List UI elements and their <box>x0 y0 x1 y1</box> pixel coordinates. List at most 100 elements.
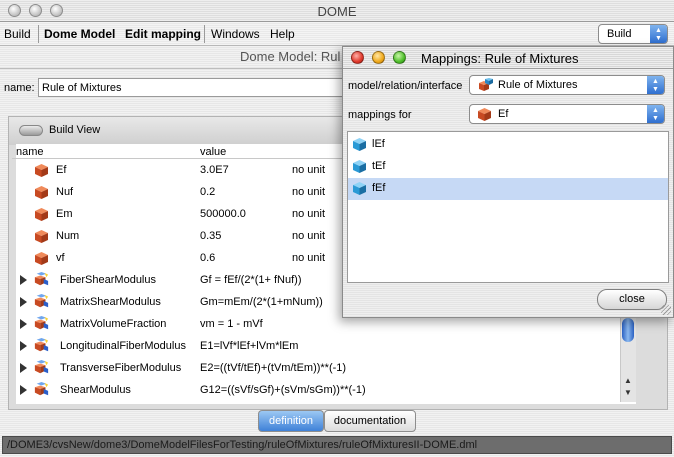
column-header-name[interactable]: name <box>16 146 44 158</box>
row-name: MatrixVolumeFraction <box>60 318 167 330</box>
row-name: LongitudinalFiberModulus <box>60 340 186 352</box>
relation-row[interactable]: TransverseFiberModulus E2=((tVf/tEf)+(tVm… <box>0 358 620 380</box>
scroll-up-icon[interactable]: ▲ <box>624 376 632 385</box>
updown-arrows-icon: ▲ ▼ <box>647 105 664 123</box>
menu-windows[interactable]: Windows <box>211 27 260 41</box>
interface-label: model/relation/interface <box>348 80 463 92</box>
dialog-minimize-icon[interactable] <box>372 51 385 64</box>
mappings-for-value: Ef <box>498 108 509 120</box>
mappings-for-label: mappings for <box>348 109 412 121</box>
row-value: vm = 1 - mVf <box>200 318 263 330</box>
mapped-parameters-list: lEf tEf fEf <box>347 131 669 283</box>
mode-select[interactable]: Build ▲ ▼ <box>598 24 668 44</box>
disclosure-triangle-icon[interactable] <box>20 319 27 329</box>
model-name-input[interactable]: Rule of Mixtures <box>38 78 358 97</box>
menu-separator <box>38 25 39 43</box>
disclosure-triangle-icon[interactable] <box>20 275 27 285</box>
row-name: vf <box>56 252 65 264</box>
row-name: Nuf <box>56 186 74 198</box>
row-name: ShearModulus <box>60 384 131 396</box>
name-label: name: <box>4 82 35 94</box>
parameter-icon <box>34 185 49 200</box>
dialog-zoom-icon[interactable] <box>393 51 406 64</box>
row-name: Ef <box>56 164 67 176</box>
scroll-down-icon[interactable]: ▼ <box>624 388 632 397</box>
relation-icon <box>34 360 51 377</box>
view-label: Build View <box>49 124 101 136</box>
parameter-icon <box>34 251 49 266</box>
relation-row[interactable]: LongitudinalFiberModulus E1=lVf*lEf+lVm*l… <box>0 336 620 358</box>
main-titlebar: DOME <box>0 0 674 22</box>
relation-icon <box>34 382 51 399</box>
menu-help[interactable]: Help <box>270 27 295 41</box>
relation-row[interactable]: ShearModulus G12=((sVf/sGf)+(sVm/sGm))**(… <box>0 380 620 402</box>
disclosure-triangle-icon[interactable] <box>20 341 27 351</box>
mapped-parameter-item[interactable]: tEf <box>348 156 668 178</box>
mapped-parameter-icon <box>352 159 367 177</box>
row-value: E2=((tVf/tEf)+(tVm/tEm))**(-1) <box>200 362 347 374</box>
menubar: Build Dome Model Edit mapping Windows He… <box>0 22 674 46</box>
parameter-icon <box>34 207 49 222</box>
parameter-cube-icon <box>478 108 491 121</box>
row-value[interactable]: 500000.0 <box>200 208 246 220</box>
menu-dome-model[interactable]: Dome Model <box>44 27 115 41</box>
row-value[interactable]: 0.35 <box>200 230 221 242</box>
window-title: DOME <box>317 4 357 19</box>
row-value: E1=lVf*lEf+lVm*lEm <box>200 340 299 352</box>
row-value[interactable]: 3.0E7 <box>200 164 229 176</box>
disclosure-triangle-icon[interactable] <box>20 297 27 307</box>
tab-documentation[interactable]: documentation <box>324 410 416 432</box>
mapped-parameter-label: tEf <box>372 160 386 172</box>
scrollbar-thumb[interactable] <box>622 318 634 342</box>
mapped-parameter-icon <box>352 137 367 155</box>
row-unit[interactable]: no unit <box>292 252 325 264</box>
disclosure-triangle-icon[interactable] <box>20 363 27 373</box>
row-name: MatrixShearModulus <box>60 296 161 308</box>
mapped-parameter-icon <box>352 181 367 199</box>
row-name: FiberShearModulus <box>60 274 156 286</box>
mapped-parameter-label: lEf <box>372 138 385 150</box>
mapped-parameter-item[interactable]: lEf <box>348 134 668 156</box>
relation-icon <box>34 294 51 311</box>
row-unit[interactable]: no unit <box>292 208 325 220</box>
relation-icon <box>34 338 51 355</box>
mappings-dialog: Mappings: Rule of Mixtures model/relatio… <box>342 46 674 318</box>
interface-select[interactable]: Rule of Mixtures ▲ ▼ <box>469 75 665 95</box>
mapped-parameter-label: fEf <box>372 182 386 194</box>
row-unit[interactable]: no unit <box>292 230 325 242</box>
disclosure-triangle-icon[interactable] <box>20 385 27 395</box>
row-value[interactable]: 0.2 <box>200 186 215 198</box>
view-toggle-icon[interactable] <box>19 125 43 136</box>
row-unit[interactable]: no unit <box>292 186 325 198</box>
mapped-parameter-item[interactable]: fEf <box>348 178 668 200</box>
relation-icon <box>34 272 51 289</box>
updown-arrows-icon: ▲ ▼ <box>650 25 667 43</box>
dialog-close-icon[interactable] <box>351 51 364 64</box>
row-value[interactable]: 0.6 <box>200 252 215 264</box>
row-value: Gm=mEm/(2*(1+mNum)) <box>200 296 323 308</box>
dialog-title: Mappings: Rule of Mixtures <box>421 51 579 66</box>
column-header-value[interactable]: value <box>200 146 226 158</box>
row-value: G12=((sVf/sGf)+(sVm/sGm))**(-1) <box>200 384 366 396</box>
parameter-icon <box>34 229 49 244</box>
mappings-for-select[interactable]: Ef ▲ ▼ <box>469 104 665 124</box>
parameter-icon <box>34 163 49 178</box>
menu-build[interactable]: Build <box>4 27 31 41</box>
row-name: Em <box>56 208 73 220</box>
row-name: Num <box>56 230 80 242</box>
row-value: Gf = fEf/(2*(1+ fNuf)) <box>200 274 302 286</box>
dialog-titlebar: Mappings: Rule of Mixtures <box>343 47 673 69</box>
mode-select-value: Build <box>607 28 632 40</box>
updown-arrows-icon: ▲ ▼ <box>647 76 664 94</box>
resize-grip-icon[interactable] <box>661 305 671 315</box>
model-cubes-icon <box>479 78 493 91</box>
tab-definition[interactable]: definition <box>258 410 324 432</box>
close-button[interactable]: close <box>597 289 667 310</box>
interface-select-value: Rule of Mixtures <box>498 79 578 91</box>
menu-separator <box>204 25 205 43</box>
document-title: Dome Model: Rul <box>240 49 341 64</box>
relation-icon <box>34 316 51 333</box>
menu-edit-mapping[interactable]: Edit mapping <box>125 27 201 41</box>
file-path-status: /DOME3/cvsNew/dome3/DomeModelFilesForTes… <box>2 436 672 454</box>
row-unit[interactable]: no unit <box>292 164 325 176</box>
